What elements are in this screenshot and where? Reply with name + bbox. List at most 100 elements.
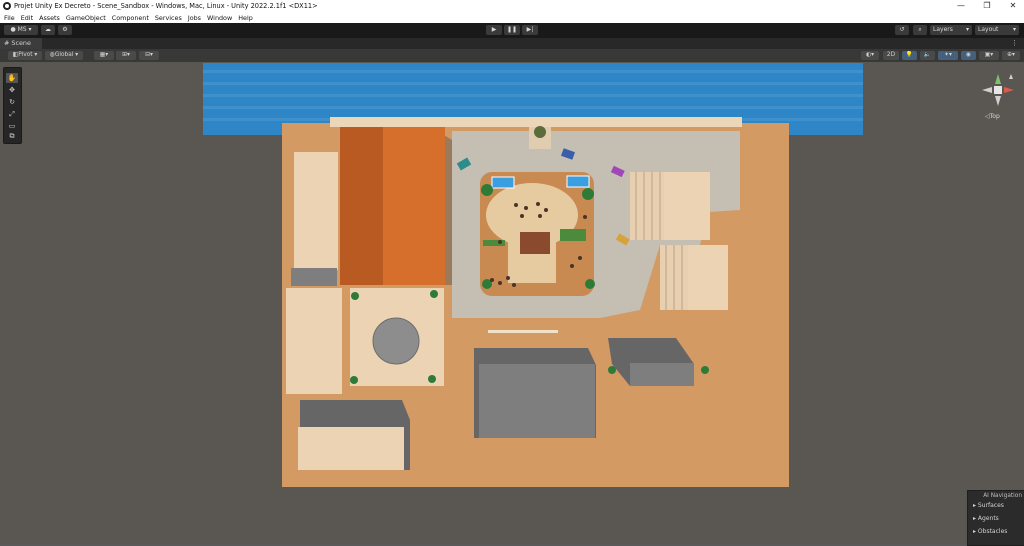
pool-left bbox=[491, 176, 515, 189]
tab-bar: # Scene ⋮ bbox=[0, 38, 1024, 49]
big-building-roof-left bbox=[340, 127, 383, 285]
layers-dropdown[interactable]: Layers ▾ bbox=[930, 25, 972, 35]
east-block bbox=[630, 363, 694, 386]
global-label: Global ▾ bbox=[54, 52, 79, 58]
step-button[interactable]: ▶| bbox=[522, 25, 538, 35]
shading-icon: ◐▾ bbox=[866, 52, 874, 58]
pool-right bbox=[566, 175, 590, 188]
effects-toggle[interactable]: ✦▾ bbox=[938, 51, 958, 60]
search-icon: ⌕ bbox=[918, 26, 922, 33]
eye-icon: ◉ bbox=[965, 52, 972, 58]
layers-label: Layers bbox=[933, 26, 953, 33]
ai-nav-obstacles[interactable]: ▸ Obstacles bbox=[973, 528, 1007, 535]
hand-icon: ✋ bbox=[7, 74, 17, 82]
menu-services[interactable]: Services bbox=[155, 14, 182, 22]
ai-nav-agents-label: Agents bbox=[977, 515, 999, 522]
history-button[interactable]: ↺ bbox=[895, 25, 909, 35]
pause-icon: ❚❚ bbox=[506, 26, 518, 33]
rotate-tool-button[interactable]: ↻ bbox=[6, 97, 18, 107]
menu-edit[interactable]: Edit bbox=[21, 14, 33, 22]
plaza-building bbox=[520, 232, 550, 254]
main-toolbar: ● MS ▾ ☁ ⚙ ▶ ❚❚ ▶| ↺ ⌕ Layers ▾ Layout ▾ bbox=[0, 23, 1024, 38]
east-building-1 bbox=[664, 172, 710, 240]
gizmo-view-label[interactable]: ◁Top bbox=[985, 113, 1000, 120]
hedge-right bbox=[560, 229, 586, 241]
scene-viewport[interactable] bbox=[0, 62, 1024, 544]
2d-label: 2D bbox=[886, 52, 896, 58]
scale-tool-button[interactable]: ⤢ bbox=[6, 109, 18, 119]
gizmo-view-text: Top bbox=[989, 113, 1000, 120]
rect-tool-button[interactable]: ▭ bbox=[6, 121, 18, 131]
title-bar: Projet Unity Ex Decreto - Scene_Sandbox … bbox=[0, 0, 1024, 12]
ruler-icon: ⊟▾ bbox=[145, 52, 153, 58]
menu-window[interactable]: Window bbox=[207, 14, 232, 22]
unity-logo-icon bbox=[3, 2, 11, 10]
collab-button[interactable]: ⚙ bbox=[58, 25, 72, 35]
gizmo-x-axis bbox=[1004, 87, 1014, 93]
global-toggle[interactable]: ◍Global ▾ bbox=[45, 51, 83, 60]
rect-icon: ▭ bbox=[8, 122, 16, 130]
step-icon: ▶| bbox=[526, 26, 534, 33]
gizmos-icon: ⊕▾ bbox=[1007, 52, 1015, 58]
orientation-gizmo[interactable] bbox=[978, 70, 1018, 116]
gizmos-button[interactable]: ⊕▾ bbox=[1002, 51, 1020, 60]
hidden-objects-toggle[interactable]: ◉ bbox=[961, 51, 976, 60]
snap-icon: ⊞▾ bbox=[122, 52, 130, 58]
layout-label: Layout bbox=[978, 26, 999, 33]
pause-button[interactable]: ❚❚ bbox=[504, 25, 520, 35]
ai-nav-agents[interactable]: ▸ Agents bbox=[973, 515, 999, 522]
ai-navigation-overlay: AI Navigation ▸ Surfaces ▸ Agents ▸ Obst… bbox=[967, 490, 1024, 546]
gizmo-x-axis-neg bbox=[982, 87, 992, 93]
west-shadow bbox=[291, 268, 337, 286]
grid-snap-button[interactable]: ▦▾ bbox=[94, 51, 114, 60]
camera-settings-button[interactable]: ▣▾ bbox=[979, 51, 999, 60]
cloud-icon: ☁ bbox=[45, 26, 51, 33]
scene-tools-button[interactable]: ⊟▾ bbox=[139, 51, 159, 60]
tab-scene[interactable]: # Scene bbox=[0, 38, 42, 49]
menu-jobs[interactable]: Jobs bbox=[188, 14, 201, 22]
gizmo-y-axis bbox=[995, 74, 1001, 84]
search-button[interactable]: ⌕ bbox=[913, 25, 927, 35]
transform-icon: ⧉ bbox=[9, 132, 15, 140]
2d-toggle[interactable]: 2D bbox=[883, 51, 899, 60]
tab-options-icon[interactable]: ⋮ bbox=[1011, 38, 1018, 49]
east-building-2 bbox=[688, 245, 728, 310]
account-dropdown[interactable]: ● MS ▾ bbox=[4, 25, 38, 35]
draw-mode-button[interactable]: ◐▾ bbox=[861, 51, 879, 60]
menu-gameobject[interactable]: GameObject bbox=[66, 14, 106, 22]
lighting-toggle[interactable]: 💡 bbox=[902, 51, 917, 60]
tab-scene-label: Scene bbox=[11, 39, 31, 47]
ai-nav-surfaces[interactable]: ▸ Surfaces bbox=[973, 502, 1004, 509]
gizmo-z-axis bbox=[1009, 74, 1013, 79]
menu-component[interactable]: Component bbox=[112, 14, 149, 22]
ai-nav-surfaces-label: Surfaces bbox=[977, 502, 1004, 509]
scene-icon: # bbox=[4, 39, 10, 47]
scale-icon: ⤢ bbox=[9, 110, 15, 118]
close-button[interactable]: ✕ bbox=[998, 0, 1024, 12]
rotate-icon: ↻ bbox=[9, 98, 15, 106]
cloud-button[interactable]: ☁ bbox=[41, 25, 55, 35]
menu-file[interactable]: File bbox=[4, 14, 15, 22]
fountain-basin bbox=[372, 317, 420, 365]
scene-toolbar: ◧Pivot ▾ ◍Global ▾ ▦▾ ⊞▾ ⊟▾ ◐▾ 2D 💡 🔈 ✦▾… bbox=[0, 49, 1024, 62]
play-button[interactable]: ▶ bbox=[486, 25, 502, 35]
menu-help[interactable]: Help bbox=[238, 14, 253, 22]
snap-increment-button[interactable]: ⊞▾ bbox=[116, 51, 136, 60]
layout-dropdown[interactable]: Layout ▾ bbox=[975, 25, 1019, 35]
audio-toggle[interactable]: 🔈 bbox=[920, 51, 935, 60]
sw-building bbox=[286, 288, 342, 394]
pivot-toggle[interactable]: ◧Pivot ▾ bbox=[8, 51, 42, 60]
gizmo-center-cube bbox=[994, 86, 1002, 94]
transform-tool-button[interactable]: ⧉ bbox=[6, 131, 18, 141]
menu-bar: File Edit Assets GameObject Component Se… bbox=[0, 12, 1024, 23]
sw-building-2 bbox=[298, 427, 404, 470]
menu-assets[interactable]: Assets bbox=[39, 14, 60, 22]
gizmo-y-axis-neg bbox=[995, 96, 1001, 106]
history-icon: ↺ bbox=[899, 26, 905, 33]
move-tool-button[interactable]: ✥ bbox=[6, 85, 18, 95]
chevron-down-icon: ▾ bbox=[965, 26, 969, 33]
hand-tool-button[interactable]: ✋ bbox=[6, 73, 18, 83]
scene-render[interactable] bbox=[0, 62, 1024, 544]
west-wall-building bbox=[294, 152, 338, 270]
north-wall bbox=[330, 117, 742, 127]
